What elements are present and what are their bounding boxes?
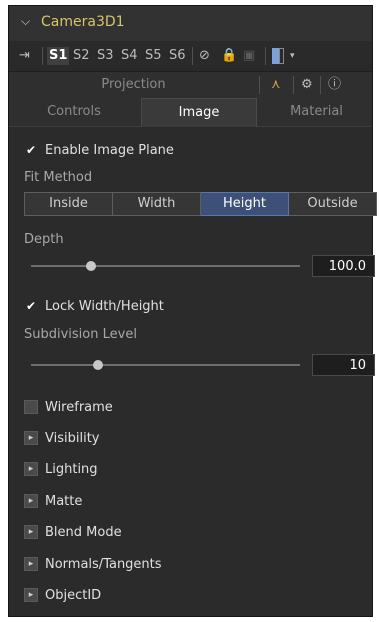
transform-axis-icon[interactable]: ⋏ — [271, 76, 281, 94]
expand-arrow-icon: ▸ — [24, 494, 38, 508]
subdivision-slider-handle[interactable] — [93, 360, 103, 370]
expand-arrow-icon: ▸ — [24, 525, 38, 539]
slot-s2[interactable]: S2 — [71, 47, 92, 65]
tab-row-1: Projection ⋏ ⚙ ⓘ — [9, 72, 372, 98]
depth-label: Depth — [24, 232, 64, 247]
section-label: Lighting — [45, 461, 98, 477]
subdivision-value-field[interactable]: 10 — [312, 354, 375, 376]
expand-arrow-icon: ▸ — [24, 557, 38, 571]
collapse-chevron-icon[interactable]: ⌵ — [21, 14, 30, 29]
slot-s1[interactable]: S1 — [47, 47, 70, 65]
checkmark-icon: ✔ — [25, 143, 37, 157]
section-label: Blend Mode — [45, 524, 122, 540]
lock-width-height-checkbox[interactable]: ✔ Lock Width/Height — [24, 297, 164, 315]
reset-icon[interactable]: ▣ — [243, 47, 255, 65]
toolbar-separator — [42, 47, 43, 65]
tab-projection[interactable]: Projection — [9, 72, 258, 98]
wireframe-checkbox[interactable]: Wireframe — [24, 398, 113, 416]
wireframe-label: Wireframe — [45, 399, 113, 415]
tab-controls[interactable]: Controls — [9, 98, 139, 126]
tool-title: Camera3D1 — [41, 14, 125, 30]
depth-slider-handle[interactable] — [86, 261, 96, 271]
lock-icon[interactable]: 🔒 — [221, 47, 237, 65]
checkmark-icon: ✔ — [25, 299, 37, 313]
tab-separator — [293, 76, 294, 94]
tab-row-2: Controls Image Material — [9, 98, 372, 127]
tool-header[interactable]: ⌵ Camera3D1 — [9, 6, 372, 41]
fit-outside-button[interactable]: Outside — [289, 192, 377, 216]
section-label: Normals/Tangents — [45, 556, 162, 572]
expand-arrow-icon: ▸ — [24, 462, 38, 476]
tab-separator — [320, 76, 321, 94]
section-label: Visibility — [45, 430, 100, 446]
fit-method-label: Fit Method — [24, 170, 93, 185]
slot-s5[interactable]: S5 — [143, 47, 164, 65]
toolbar: ⇥ S1 S2 S3 S4 S5 S6 ⊘ 🔒 ▣ ▾ — [9, 41, 372, 72]
disable-icon[interactable]: ⊘ — [199, 47, 210, 65]
fit-height-button[interactable]: Height — [201, 192, 289, 216]
tab-material[interactable]: Material — [259, 98, 374, 126]
slot-s4[interactable]: S4 — [119, 47, 140, 65]
depth-value-field[interactable]: 100.0 — [312, 255, 375, 277]
section-label: ObjectID — [45, 587, 102, 603]
color-dropdown-icon[interactable]: ▾ — [290, 47, 295, 65]
subdivision-level-label: Subdivision Level — [24, 327, 137, 342]
color-swatch-icon[interactable] — [272, 47, 284, 65]
expand-arrow-icon: ▸ — [24, 431, 38, 445]
pin-icon[interactable]: ⇥ — [19, 47, 30, 65]
enable-image-plane-label: Enable Image Plane — [45, 142, 174, 158]
toolbar-separator — [192, 47, 193, 65]
depth-slider-track[interactable] — [31, 265, 300, 267]
section-normals-tangents[interactable]: ▸ Normals/Tangents — [24, 555, 162, 573]
slot-s6[interactable]: S6 — [167, 47, 188, 65]
toolbar-separator — [265, 47, 266, 65]
section-label: Matte — [45, 493, 83, 509]
info-icon[interactable]: ⓘ — [328, 76, 341, 94]
fit-method-selector: Inside Width Height Outside — [24, 192, 377, 216]
inspector-panel: ⌵ Camera3D1 ⇥ S1 S2 S3 S4 S5 S6 ⊘ 🔒 ▣ ▾ … — [8, 5, 377, 617]
section-matte[interactable]: ▸ Matte — [24, 492, 82, 510]
expand-arrow-icon: ▸ — [24, 588, 38, 602]
section-lighting[interactable]: ▸ Lighting — [24, 460, 98, 478]
section-objectid[interactable]: ▸ ObjectID — [24, 586, 101, 604]
section-visibility[interactable]: ▸ Visibility — [24, 429, 99, 447]
subdivision-slider-track[interactable] — [31, 364, 300, 366]
checkbox-box — [24, 400, 38, 414]
enable-image-plane-checkbox[interactable]: ✔ Enable Image Plane — [24, 141, 174, 159]
fit-inside-button[interactable]: Inside — [24, 192, 113, 216]
settings-gear-icon[interactable]: ⚙ — [301, 76, 313, 94]
tab-image[interactable]: Image — [141, 98, 257, 127]
fit-width-button[interactable]: Width — [113, 192, 201, 216]
lock-width-height-label: Lock Width/Height — [45, 298, 164, 314]
section-blend-mode[interactable]: ▸ Blend Mode — [24, 523, 122, 541]
tab-separator — [259, 76, 260, 94]
slot-s3[interactable]: S3 — [95, 47, 116, 65]
